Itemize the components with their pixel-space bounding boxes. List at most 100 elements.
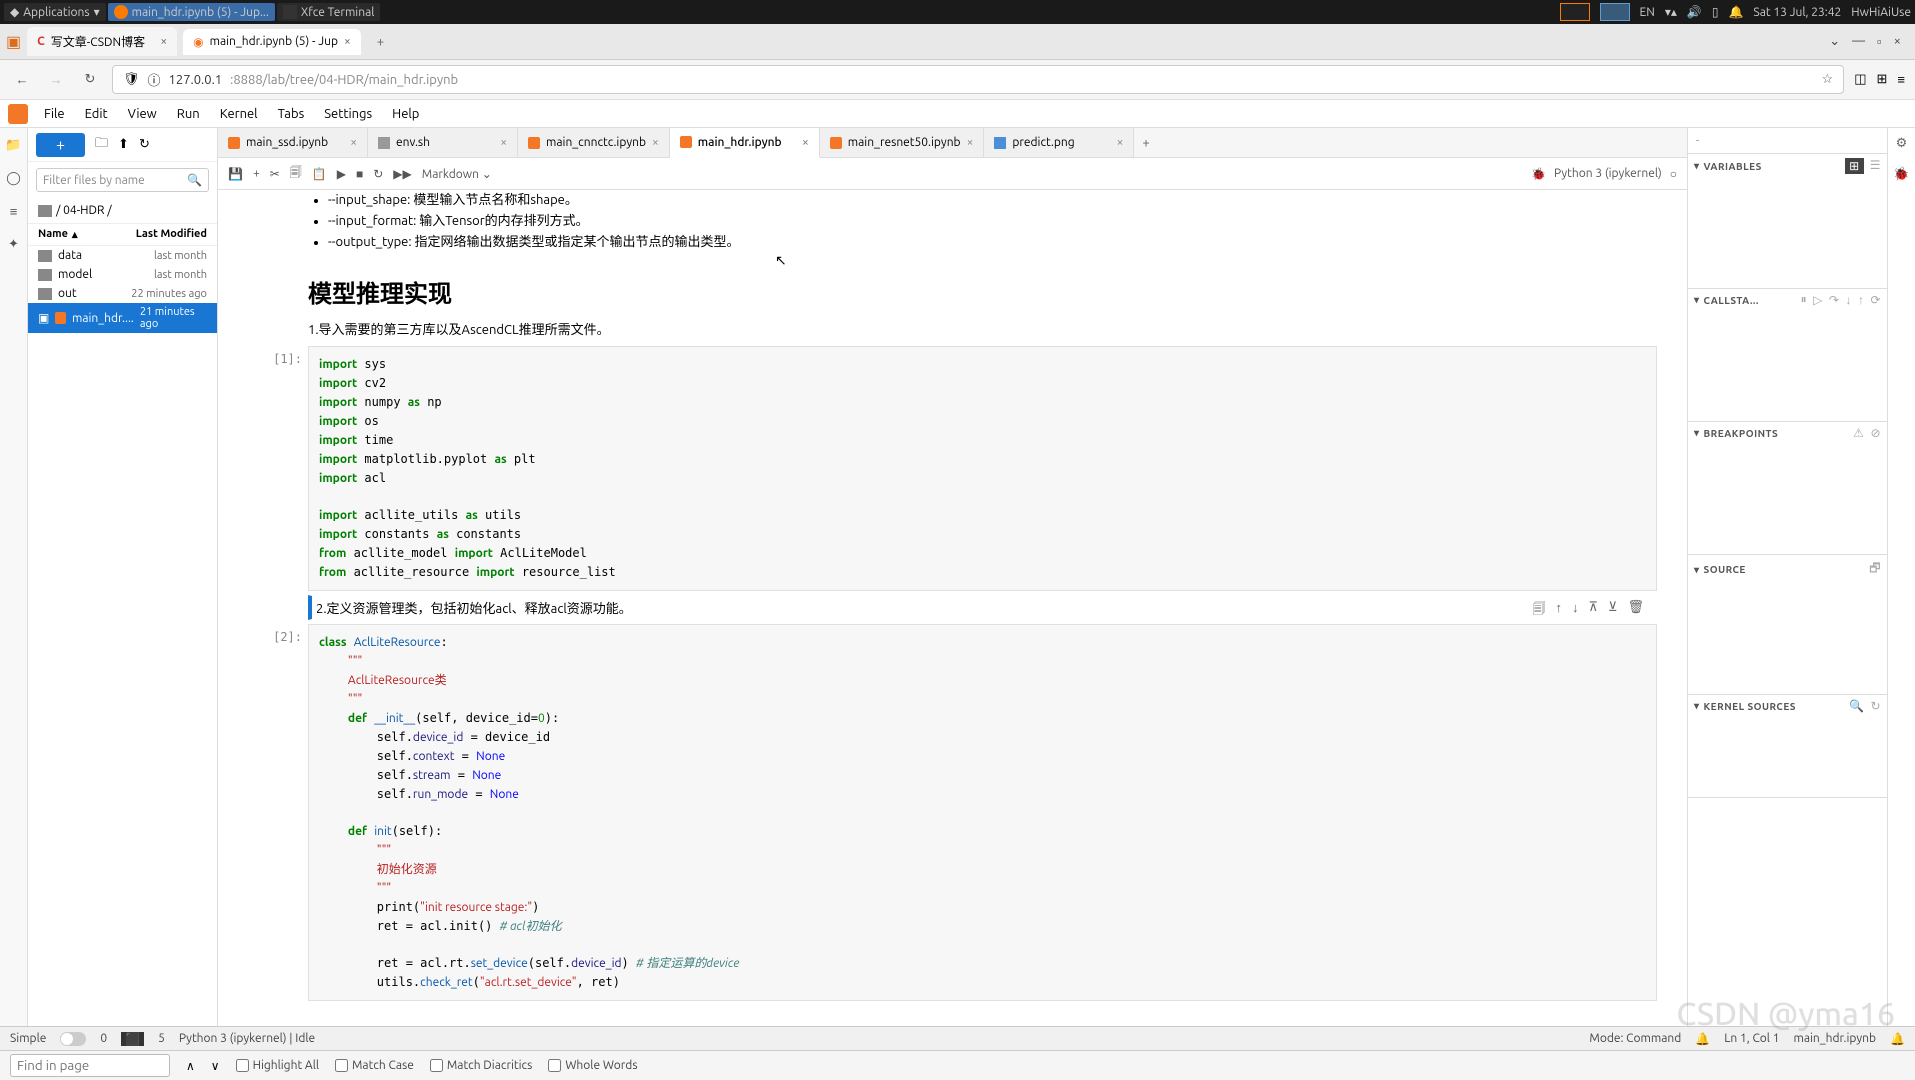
evaluate-icon[interactable]: ⟳ [1870, 293, 1881, 307]
wifi-icon[interactable]: ▾▴ [1665, 5, 1677, 19]
chevron-down-icon[interactable]: ▾ [1694, 294, 1700, 306]
tree-view-icon[interactable]: ⊞ [1845, 158, 1864, 174]
code-content[interactable]: import sys import cv2 import numpy as np… [308, 346, 1657, 591]
sort-icon[interactable]: ▴ [72, 228, 78, 241]
browser-menu-icon[interactable]: ▣ [6, 32, 21, 51]
find-input[interactable] [10, 1054, 170, 1077]
new-folder-icon[interactable]: 🗀 [95, 134, 108, 156]
find-next-icon[interactable]: ∨ [211, 1059, 220, 1073]
debugger-icon[interactable]: 🐞 [1893, 167, 1909, 182]
menu-view[interactable]: View [120, 105, 165, 123]
col-modified[interactable]: Last Modified [136, 228, 207, 241]
tab-main-hdr[interactable]: main_hdr.ipynb× [670, 128, 820, 158]
status-five[interactable]: 5 [158, 1032, 165, 1045]
cursor-position[interactable]: Ln 1, Col 1 [1724, 1032, 1779, 1046]
new-tab-button[interactable]: + [1134, 128, 1157, 157]
close-window-button[interactable]: × [1894, 34, 1901, 49]
cell-type-select[interactable]: Markdown ⌄ [422, 167, 492, 181]
tab-main-ssd[interactable]: main_ssd.ipynb× [218, 128, 368, 157]
hamburger-icon[interactable]: ≡ [1897, 72, 1905, 87]
highlight-all-checkbox[interactable]: Highlight All [236, 1059, 319, 1072]
toc-icon[interactable]: ≡ [10, 204, 18, 219]
close-icon[interactable]: × [652, 136, 659, 149]
file-filter-input[interactable]: Filter files by name 🔍 [36, 168, 209, 192]
kernel-name[interactable]: Python 3 (ipykernel) [1554, 167, 1662, 180]
refresh-icon[interactable]: ↻ [1870, 699, 1881, 713]
add-cell-icon[interactable]: + [253, 167, 260, 180]
cut-icon[interactable]: ✂ [270, 167, 280, 181]
close-icon[interactable]: × [1117, 136, 1124, 149]
move-down-icon[interactable]: ↓ [1572, 600, 1579, 622]
battery-icon[interactable]: ▯ [1712, 5, 1719, 19]
close-icon[interactable]: × [802, 136, 809, 149]
status-zero[interactable]: 0 [100, 1032, 107, 1045]
code-cell-1[interactable]: [1]: import sys import cv2 import numpy … [258, 346, 1657, 591]
match-case-checkbox[interactable]: Match Case [335, 1059, 414, 1072]
tray-indicator-2[interactable] [1600, 3, 1630, 21]
menu-help[interactable]: Help [384, 105, 427, 123]
menu-settings[interactable]: Settings [316, 105, 380, 123]
tab-predict-png[interactable]: predict.png× [984, 128, 1134, 157]
table-view-icon[interactable]: ☰ [1870, 158, 1881, 174]
whole-words-checkbox[interactable]: Whole Words [548, 1059, 637, 1072]
taskbar-item-terminal[interactable]: Xfce Terminal [277, 3, 381, 21]
clear-icon[interactable]: ⊘ [1870, 426, 1881, 440]
forward-button[interactable]: → [44, 68, 68, 92]
notebook-cells[interactable]: --input_shape: 模型输入节点名称和shape。 --input_f… [218, 190, 1687, 1026]
col-name[interactable]: Name [38, 228, 68, 241]
chevron-down-icon[interactable]: ▾ [1694, 160, 1700, 172]
delete-icon[interactable]: 🗑 [1627, 600, 1644, 622]
step-out-icon[interactable]: ↑ [1858, 293, 1865, 307]
file-row-selected[interactable]: ▣main_hdr....21 minutes ago [28, 303, 217, 333]
mode-indicator[interactable]: Mode: Command [1589, 1032, 1681, 1046]
menu-kernel[interactable]: Kernel [212, 105, 266, 123]
run-icon[interactable]: ▶ [337, 167, 346, 181]
step-in-icon[interactable]: ↓ [1845, 293, 1852, 307]
pause-icon[interactable]: ⏸ [1801, 293, 1808, 307]
close-icon[interactable]: × [967, 136, 974, 149]
stop-icon[interactable]: ■ [356, 167, 363, 181]
new-launcher-button[interactable]: + [36, 133, 85, 157]
tray-indicator[interactable] [1560, 3, 1590, 21]
menu-tabs[interactable]: Tabs [270, 105, 313, 123]
taskbar-item-jupyter[interactable]: main_hdr.ipynb (5) - Jup... [108, 3, 275, 21]
back-button[interactable]: ← [10, 68, 34, 92]
filename-status[interactable]: main_hdr.ipynb [1793, 1032, 1876, 1046]
pocket-icon[interactable]: ◫ [1854, 72, 1866, 87]
menu-file[interactable]: File [36, 105, 73, 123]
file-row[interactable]: modellast month [28, 265, 217, 284]
jupyter-logo-icon[interactable] [8, 104, 28, 124]
chevron-down-icon[interactable]: ▾ [1694, 700, 1700, 712]
running-icon[interactable]: ◯ [6, 171, 21, 186]
close-icon[interactable]: × [160, 35, 167, 48]
tab-env-sh[interactable]: env.sh× [368, 128, 518, 157]
extension-icon[interactable]: ✦ [8, 237, 19, 252]
clock[interactable]: Sat 13 Jul, 23:42 [1753, 6, 1841, 19]
insert-above-icon[interactable]: ⊼ [1588, 600, 1598, 622]
browser-tab-jupyter[interactable]: ◉ main_hdr.ipynb (5) - Jup × [183, 29, 361, 55]
inspector-icon[interactable]: ⚙ [1896, 136, 1908, 151]
applications-menu[interactable]: ◆ Applications ▾ [4, 3, 106, 21]
chevron-down-icon[interactable]: ▾ [1694, 427, 1700, 439]
menu-edit[interactable]: Edit [77, 105, 116, 123]
address-bar[interactable]: 🛡 ⓘ 127.0.0.1:8888/lab/tree/04-HDR/main_… [112, 65, 1844, 94]
warning-icon[interactable]: ⚠ [1853, 426, 1864, 440]
debug-icon[interactable]: 🐞 [1531, 167, 1546, 181]
diacritics-checkbox[interactable]: Match Diacritics [430, 1059, 533, 1072]
terminal-count-icon[interactable]: ⬛ [121, 1032, 144, 1046]
menu-run[interactable]: Run [169, 105, 208, 123]
folder-icon[interactable]: 📁 [5, 138, 21, 153]
upload-icon[interactable]: ⬆ [118, 137, 129, 152]
volume-icon[interactable]: 🔊 [1687, 5, 1702, 19]
paste-icon[interactable]: 📋 [312, 167, 327, 181]
copy-icon[interactable]: 🗐 [290, 163, 302, 184]
code-content[interactable]: class AclLiteResource: """ AclLiteResour… [308, 624, 1657, 1001]
extensions-icon[interactable]: ⊞ [1877, 72, 1888, 87]
maximize-button[interactable]: ▫ [1877, 34, 1882, 49]
find-prev-icon[interactable]: ∧ [186, 1059, 195, 1073]
notification-icon[interactable]: 🔔 [1728, 5, 1743, 19]
continue-icon[interactable]: ▷ [1813, 293, 1823, 307]
bell-icon[interactable]: 🔔 [1890, 1032, 1905, 1046]
insert-below-icon[interactable]: ⊻ [1608, 600, 1618, 622]
lang-indicator[interactable]: EN [1640, 6, 1655, 19]
